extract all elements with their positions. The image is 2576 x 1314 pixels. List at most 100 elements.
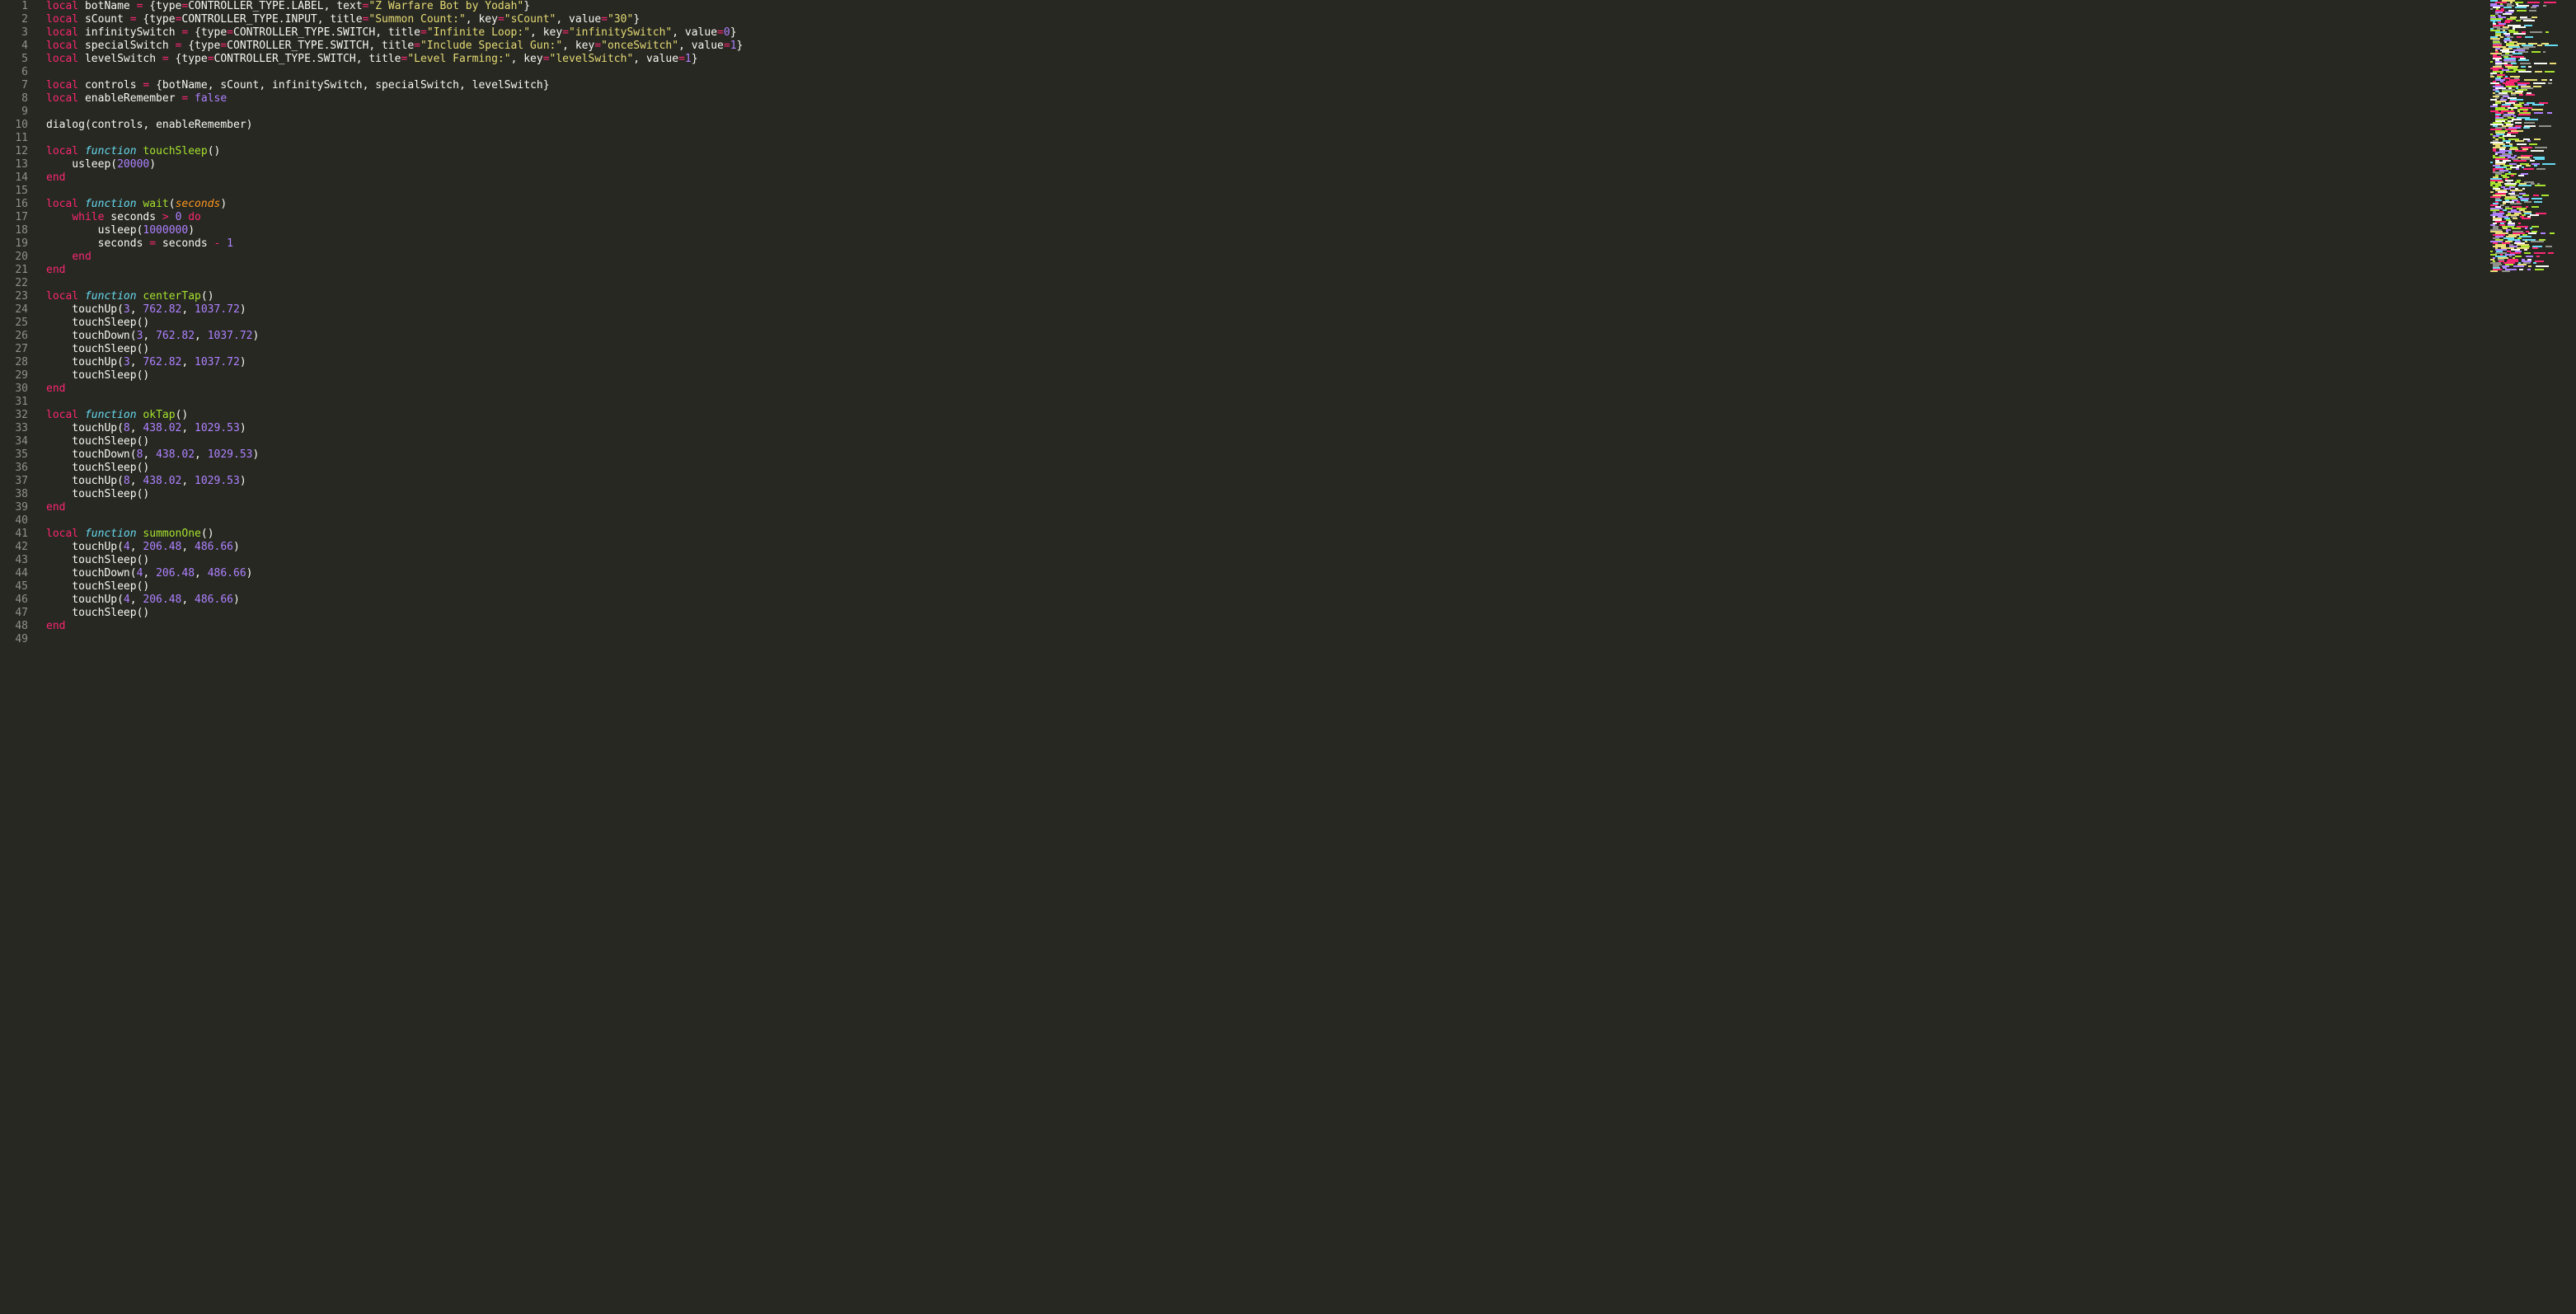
code-line[interactable]: local function wait(seconds) bbox=[46, 198, 2576, 211]
token-punc: ) bbox=[240, 475, 246, 487]
token-ident: touchDown bbox=[46, 567, 130, 580]
line-number: 45 bbox=[0, 580, 28, 594]
token-kw: local bbox=[46, 79, 78, 92]
code-line[interactable]: touchSleep() bbox=[46, 462, 2576, 475]
code-line[interactable]: local levelSwitch = {type=CONTROLLER_TYP… bbox=[46, 53, 2576, 66]
code-editor[interactable]: 1234567891011121314151617181920212223242… bbox=[0, 0, 2576, 1314]
code-line[interactable] bbox=[46, 633, 2576, 646]
token-op: = bbox=[130, 13, 137, 26]
code-line[interactable]: dialog(controls, enableRemember) bbox=[46, 119, 2576, 132]
token-kw: local bbox=[46, 198, 78, 210]
token-punc bbox=[46, 211, 72, 223]
code-line[interactable]: end bbox=[46, 251, 2576, 264]
code-line[interactable]: touchSleep() bbox=[46, 435, 2576, 448]
token-punc: , bbox=[195, 567, 208, 580]
code-line[interactable]: touchSleep() bbox=[46, 369, 2576, 382]
token-str: "infinitySwitch" bbox=[569, 26, 672, 39]
code-line[interactable]: touchDown(3, 762.82, 1037.72) bbox=[46, 330, 2576, 343]
token-punc: ( bbox=[117, 422, 124, 434]
token-op: = bbox=[717, 26, 724, 39]
code-line[interactable]: touchUp(8, 438.02, 1029.53) bbox=[46, 422, 2576, 435]
token-punc: ) bbox=[240, 303, 246, 316]
token-punc: , bbox=[511, 53, 524, 65]
code-line[interactable] bbox=[46, 106, 2576, 119]
token-punc: , bbox=[562, 40, 575, 52]
token-fn: centerTap bbox=[143, 290, 200, 303]
code-line[interactable]: seconds = seconds - 1 bbox=[46, 237, 2576, 251]
token-punc: () bbox=[208, 145, 221, 157]
code-line[interactable]: local function centerTap() bbox=[46, 290, 2576, 303]
code-line[interactable]: local specialSwitch = {type=CONTROLLER_T… bbox=[46, 40, 2576, 53]
token-punc: , bbox=[375, 26, 388, 39]
code-line[interactable]: local infinitySwitch = {type=CONTROLLER_… bbox=[46, 26, 2576, 40]
token-punc: , bbox=[143, 119, 156, 131]
code-line[interactable]: local enableRemember = false bbox=[46, 92, 2576, 106]
token-punc: ) bbox=[252, 330, 259, 342]
code-line[interactable] bbox=[46, 396, 2576, 409]
code-line[interactable]: end bbox=[46, 501, 2576, 514]
code-line[interactable]: usleep(20000) bbox=[46, 158, 2576, 171]
token-punc: , bbox=[181, 356, 195, 368]
code-line[interactable]: local sCount = {type=CONTROLLER_TYPE.INP… bbox=[46, 13, 2576, 26]
token-num: 762.82 bbox=[156, 330, 195, 342]
token-param: seconds bbox=[176, 198, 221, 210]
token-fn: wait bbox=[143, 198, 168, 210]
code-line[interactable] bbox=[46, 66, 2576, 79]
code-line[interactable]: local function touchSleep() bbox=[46, 145, 2576, 158]
token-punc: ) bbox=[252, 448, 259, 461]
line-number: 47 bbox=[0, 607, 28, 620]
code-line[interactable] bbox=[46, 514, 2576, 528]
code-line[interactable]: local function summonOne() bbox=[46, 528, 2576, 541]
token-ident: value bbox=[685, 26, 717, 39]
token-ident: sCount bbox=[78, 13, 130, 26]
code-line[interactable]: local controls = {botName, sCount, infin… bbox=[46, 79, 2576, 92]
code-line[interactable]: touchSleep() bbox=[46, 580, 2576, 594]
token-op: = bbox=[562, 26, 569, 39]
line-number: 48 bbox=[0, 620, 28, 633]
code-line[interactable]: local botName = {type=CONTROLLER_TYPE.LA… bbox=[46, 0, 2576, 13]
token-num: 438.02 bbox=[143, 475, 181, 487]
line-number: 42 bbox=[0, 541, 28, 554]
code-line[interactable]: while seconds > 0 do bbox=[46, 211, 2576, 224]
code-line[interactable]: local function okTap() bbox=[46, 409, 2576, 422]
code-line[interactable]: touchSleep() bbox=[46, 488, 2576, 501]
token-punc: ) bbox=[220, 198, 227, 210]
minimap[interactable] bbox=[2489, 0, 2564, 272]
code-line[interactable] bbox=[46, 185, 2576, 198]
code-line[interactable]: touchSleep() bbox=[46, 343, 2576, 356]
code-line[interactable]: touchUp(3, 762.82, 1037.72) bbox=[46, 303, 2576, 317]
line-number: 4 bbox=[0, 40, 28, 53]
code-line[interactable]: touchSleep() bbox=[46, 317, 2576, 330]
code-line[interactable] bbox=[46, 277, 2576, 290]
line-number: 38 bbox=[0, 488, 28, 501]
code-line[interactable]: end bbox=[46, 382, 2576, 396]
code-line[interactable]: touchUp(8, 438.02, 1029.53) bbox=[46, 475, 2576, 488]
token-num: 206.48 bbox=[143, 594, 181, 606]
token-punc: , bbox=[130, 303, 143, 316]
code-line[interactable]: touchSleep() bbox=[46, 607, 2576, 620]
code-line[interactable]: touchUp(3, 762.82, 1037.72) bbox=[46, 356, 2576, 369]
token-str: "onceSwitch" bbox=[601, 40, 678, 52]
line-number: 40 bbox=[0, 514, 28, 528]
token-num: 1 bbox=[685, 53, 692, 65]
code-line[interactable]: end bbox=[46, 171, 2576, 185]
code-line[interactable] bbox=[46, 132, 2576, 145]
code-line[interactable]: touchDown(4, 206.48, 486.66) bbox=[46, 567, 2576, 580]
code-line[interactable]: end bbox=[46, 620, 2576, 633]
code-line[interactable]: touchUp(4, 206.48, 486.66) bbox=[46, 594, 2576, 607]
code-line[interactable]: usleep(1000000) bbox=[46, 224, 2576, 237]
token-num: 1000000 bbox=[143, 224, 188, 237]
token-ident: infinitySwitch bbox=[78, 26, 181, 39]
code-line[interactable]: touchUp(4, 206.48, 486.66) bbox=[46, 541, 2576, 554]
token-op: = bbox=[414, 40, 420, 52]
token-kw: do bbox=[188, 211, 201, 223]
token-punc: ( bbox=[117, 594, 124, 606]
code-area[interactable]: local botName = {type=CONTROLLER_TYPE.LA… bbox=[35, 0, 2576, 1314]
token-ident: touchSleep bbox=[46, 462, 137, 474]
code-line[interactable]: touchDown(8, 438.02, 1029.53) bbox=[46, 448, 2576, 462]
code-line[interactable]: end bbox=[46, 264, 2576, 277]
token-punc bbox=[78, 409, 85, 421]
token-punc: ( bbox=[169, 198, 176, 210]
token-str: "levelSwitch" bbox=[550, 53, 634, 65]
code-line[interactable]: touchSleep() bbox=[46, 554, 2576, 567]
